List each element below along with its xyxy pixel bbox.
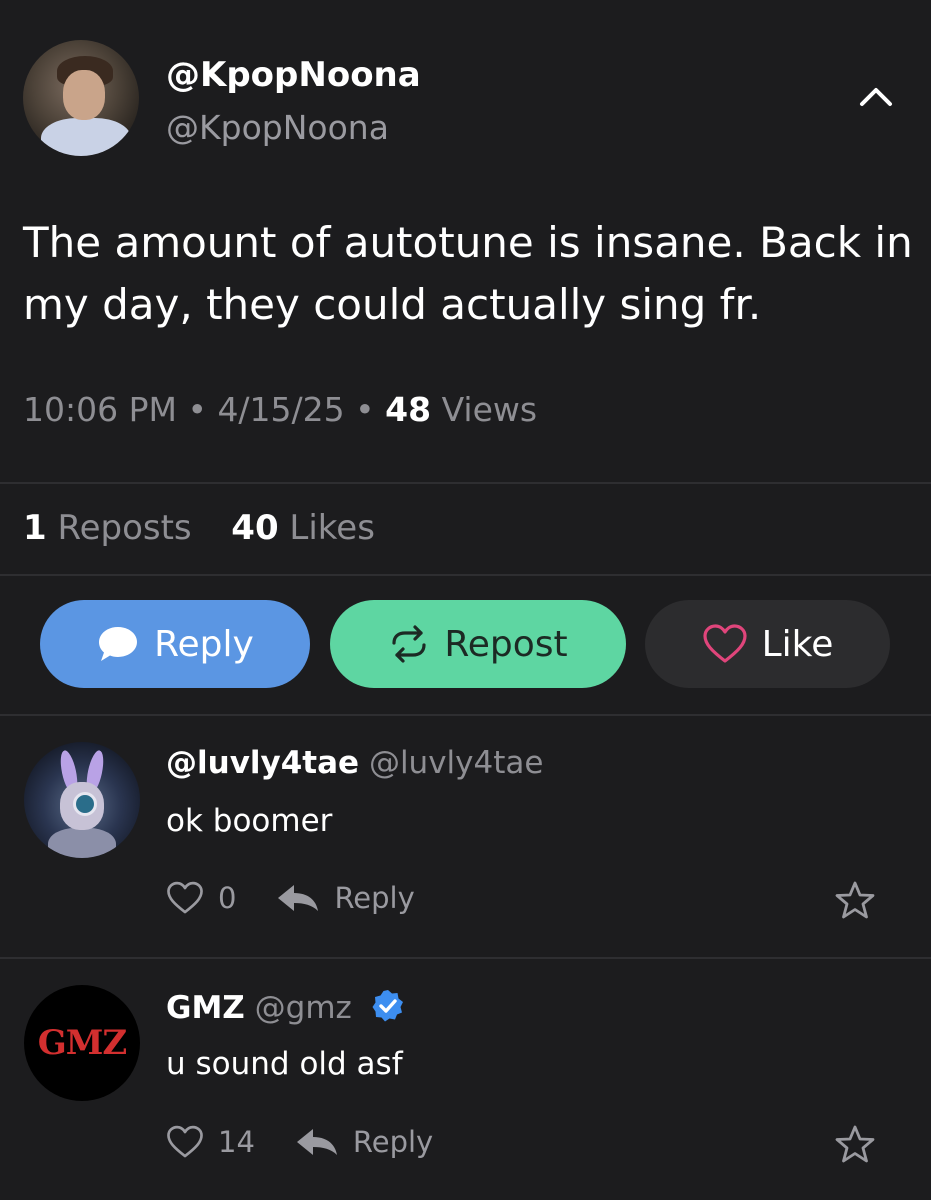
comment-like-count: 0: [218, 881, 237, 915]
repost-arrows-icon: [392, 625, 426, 663]
comment-text: u sound old asf: [166, 1046, 403, 1082]
comment-actions: 14 Reply: [166, 1124, 433, 1160]
views-count: 48: [385, 390, 432, 429]
post-date: 4/15/25: [217, 390, 345, 429]
speech-bubble-icon: [99, 627, 138, 661]
like-button-label: Like: [761, 623, 834, 665]
comment-author[interactable]: @luvly4tae @luvly4tae: [166, 745, 543, 781]
comment-like-button[interactable]: 0: [166, 880, 236, 916]
likes-stat[interactable]: 40 Likes: [231, 508, 375, 548]
post-time: 10:06 PM: [23, 390, 177, 429]
reposts-stat[interactable]: 1 Reposts: [23, 508, 192, 548]
star-icon[interactable]: [834, 1124, 876, 1164]
author-avatar[interactable]: [23, 40, 139, 156]
comment-reply-label: Reply: [352, 1125, 434, 1159]
repost-button[interactable]: Repost: [330, 600, 626, 688]
comment-reply-button[interactable]: Reply: [276, 881, 415, 915]
comment-author-handle: @gmz: [254, 990, 352, 1026]
reply-button-label: Reply: [154, 623, 254, 665]
heart-icon: [703, 624, 747, 663]
reply-arrow-icon: [278, 885, 319, 911]
divider: [0, 957, 931, 959]
verified-badge-icon: [372, 990, 403, 1022]
reply-arrow-icon: [296, 1129, 337, 1155]
post-text: The amount of autotune is insane. Back i…: [23, 218, 913, 329]
comment-like-count: 14: [218, 1125, 255, 1159]
comment-like-button[interactable]: 14: [166, 1124, 255, 1160]
comment-reply-button[interactable]: Reply: [295, 1125, 433, 1159]
comment-author-handle: @luvly4tae: [368, 745, 544, 781]
views-label: Views: [441, 390, 538, 429]
divider: [0, 574, 931, 576]
comment-text: ok boomer: [166, 803, 333, 839]
comment-author-name: @luvly4tae: [166, 745, 360, 781]
comment-actions: 0 Reply: [166, 880, 415, 916]
author-handle[interactable]: @KpopNoona: [166, 108, 389, 147]
heart-icon: [167, 1125, 203, 1158]
reply-button[interactable]: Reply: [40, 600, 310, 688]
commenter-avatar[interactable]: [24, 742, 140, 858]
divider: [0, 714, 931, 716]
divider: [0, 482, 931, 484]
heart-icon: [167, 881, 203, 914]
gmz-logo: GMZ: [37, 1023, 127, 1063]
repost-button-label: Repost: [444, 623, 568, 665]
commenter-avatar[interactable]: GMZ: [24, 985, 140, 1101]
comment-reply-label: Reply: [334, 881, 415, 915]
comment-author[interactable]: GMZ @gmz: [166, 988, 406, 1026]
chevron-up-icon[interactable]: [858, 84, 894, 108]
comment-author-name: GMZ: [166, 990, 245, 1026]
like-button[interactable]: Like: [645, 600, 890, 688]
author-display-name[interactable]: @KpopNoona: [166, 55, 421, 95]
post-meta: 10:06 PM • 4/15/25 • 48 Views: [23, 390, 538, 429]
star-icon[interactable]: [834, 880, 876, 920]
post-stats: 1 Reposts 40 Likes: [23, 508, 375, 548]
